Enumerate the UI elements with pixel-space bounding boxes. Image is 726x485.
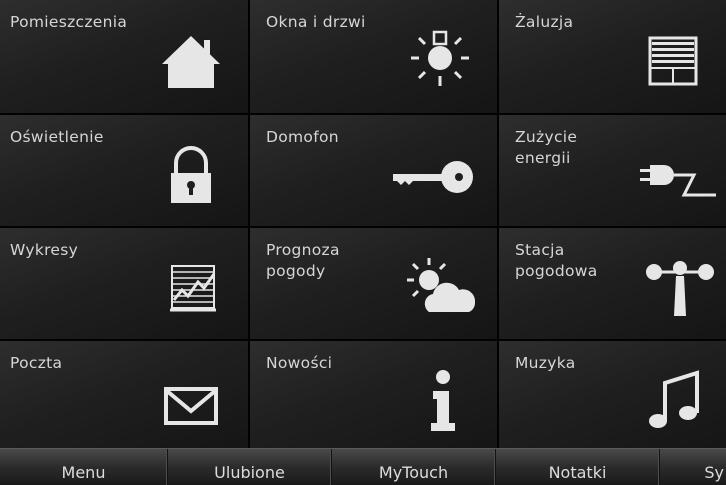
sun-cloud-icon <box>403 254 479 320</box>
tile-label: Nowości <box>266 354 333 372</box>
key-icon <box>389 141 475 207</box>
tile-label: Prognoza pogody <box>266 241 340 280</box>
tile-label: Żaluzja <box>515 13 574 31</box>
tile-label: Oświetlenie <box>10 128 104 146</box>
padlock-icon <box>158 141 224 207</box>
tile-nowosci[interactable]: Nowości <box>250 341 497 454</box>
bottom-nav-bar: Menu Ulubione MyTouch Notatki Sy <box>0 448 726 485</box>
blinds-icon <box>640 26 706 92</box>
tile-label: Domofon <box>266 128 339 146</box>
tile-label: Zużycie energii <box>515 128 578 167</box>
tile-oswietlenie[interactable]: Oświetlenie <box>0 115 248 226</box>
house-icon <box>158 26 224 92</box>
music-note-icon <box>640 367 706 433</box>
tile-zuzycie-energii[interactable]: Zużycie energii <box>499 115 726 226</box>
tab-ulubione[interactable]: Ulubione <box>168 449 332 485</box>
tile-label: Pomieszczenia <box>10 13 128 31</box>
tile-wykresy[interactable]: Wykresy <box>0 228 248 339</box>
tile-grid: Pomieszczenia Okna i drzwi Żaluzja Oświe… <box>0 0 726 454</box>
tile-stacja-pogodowa[interactable]: Stacja pogodowa <box>499 228 726 339</box>
tile-prognoza-pogody[interactable]: Prognoza pogody <box>250 228 497 339</box>
tile-zaluzja[interactable]: Żaluzja <box>499 0 726 113</box>
tile-label: Okna i drzwi <box>266 13 366 31</box>
tile-okna-i-drzwi[interactable]: Okna i drzwi <box>250 0 497 113</box>
tile-label: Wykresy <box>10 241 79 259</box>
tile-label: Stacja pogodowa <box>515 241 598 280</box>
tile-pomieszczenia[interactable]: Pomieszczenia <box>0 0 248 113</box>
tile-label: Poczta <box>10 354 63 372</box>
tile-label: Muzyka <box>515 354 576 372</box>
info-icon <box>407 367 473 433</box>
light-bulb-icon <box>407 26 473 92</box>
chart-icon <box>158 254 224 320</box>
tab-notatki[interactable]: Notatki <box>496 449 660 485</box>
envelope-icon <box>158 367 224 433</box>
power-plug-icon <box>638 141 718 207</box>
tile-domofon[interactable]: Domofon <box>250 115 497 226</box>
anemometer-icon <box>644 254 716 320</box>
tile-poczta[interactable]: Poczta <box>0 341 248 454</box>
tab-mytouch[interactable]: MyTouch <box>332 449 496 485</box>
tab-sy[interactable]: Sy <box>660 449 726 485</box>
tab-menu[interactable]: Menu <box>0 449 168 485</box>
tile-muzyka[interactable]: Muzyka <box>499 341 726 454</box>
